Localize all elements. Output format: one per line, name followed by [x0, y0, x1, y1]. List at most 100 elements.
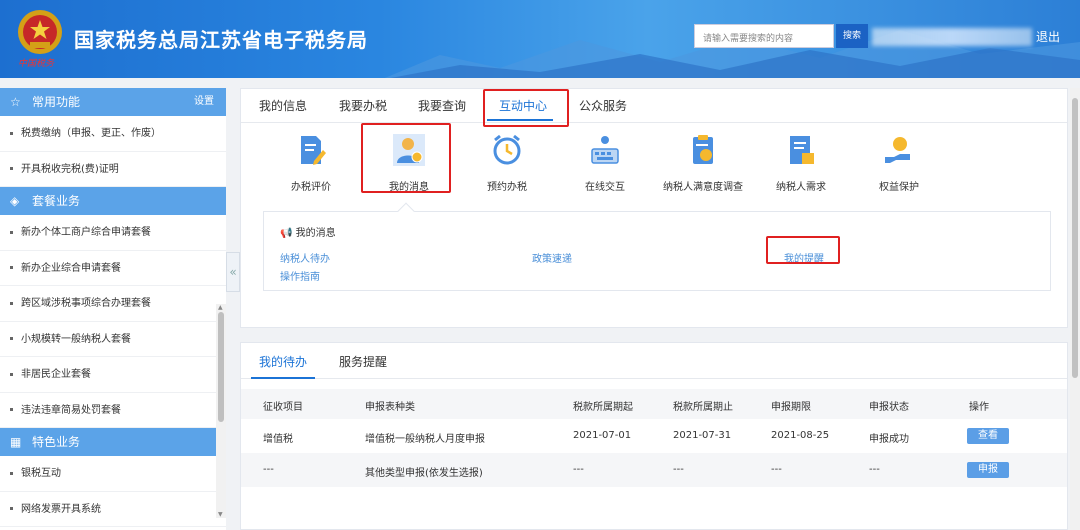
alarm-clock-icon	[493, 134, 521, 165]
satisfaction-survey-entry[interactable]: 纳税人满意度调查	[653, 133, 753, 193]
sidebar-scrollbar[interactable]: ▲ ▼	[216, 304, 226, 518]
tax-emblem-icon	[18, 10, 62, 54]
icon-label: 权益保护	[879, 182, 919, 193]
bullet-icon	[10, 266, 13, 269]
bullet-icon	[10, 372, 13, 376]
link-policy-express[interactable]: 政策速递	[532, 250, 572, 265]
settings-link[interactable]: 设置	[194, 88, 214, 116]
scroll-up-icon[interactable]: ▲	[218, 304, 223, 311]
evaluation-doc-icon	[301, 136, 326, 165]
todo-panel: 我的待办 服务提醒 征收项目 申报表种类 税款所属期起 税款所属期止 申报期限 …	[240, 342, 1068, 530]
link-operation-guide[interactable]: 操作指南	[280, 268, 320, 283]
table-cell: 增值税一般纳税人月度申报	[365, 434, 485, 445]
declare-button[interactable]: 申报	[967, 462, 1009, 478]
scroll-down-icon[interactable]: ▼	[218, 511, 223, 518]
dropdown-pointer	[397, 202, 415, 220]
col-header: 征收项目	[263, 402, 303, 413]
grid-icon: ▦	[10, 435, 22, 449]
online-interaction-entry[interactable]: 在线交互	[555, 133, 655, 193]
col-header: 税款所属期起	[573, 402, 633, 413]
sidebar-item[interactable]: 税费缴纳（申报、更正、作废）	[0, 116, 226, 152]
table-cell: 申报成功	[869, 434, 909, 445]
rights-protection-entry[interactable]: 权益保护	[849, 133, 949, 193]
sidebar-section-package[interactable]: ◈ 套餐业务	[0, 187, 226, 215]
col-header: 申报表种类	[365, 402, 415, 413]
tab-query[interactable]: 我要查询	[418, 97, 466, 114]
sidebar-item-label: 银税互动	[21, 468, 61, 479]
sidebar: ☆ 常用功能 设置 税费缴纳（申报、更正、作废） 开具税收完税(费)证明 ◈ 套餐业…	[0, 88, 226, 530]
sidebar-item-label: 开具税收完税(费)证明	[21, 163, 119, 175]
sidebar-item-label: 税费缴纳（申报、更正、作废）	[21, 128, 161, 139]
section-title: 常用功能	[32, 95, 81, 109]
bottom-tab-bar: 我的待办 服务提醒	[241, 343, 1067, 379]
star-icon: ☆	[10, 95, 21, 109]
sidebar-section-common[interactable]: ☆ 常用功能 设置	[0, 88, 226, 116]
sidebar-item-label: 违法违章简易处罚套餐	[21, 404, 121, 416]
sidebar-item[interactable]: 跨区域涉税事项综合办理套餐	[0, 286, 226, 322]
highlight-box-tab	[483, 89, 569, 127]
sidebar-item[interactable]: 开具税收完税(费)证明	[0, 152, 226, 187]
collapse-sidebar-icon[interactable]: «	[226, 252, 240, 292]
appointment-entry[interactable]: 预约办税	[457, 133, 557, 193]
search-input[interactable]: 请输入需要搜索的内容	[694, 24, 834, 48]
user-info-blurred	[872, 28, 1032, 46]
highlight-box-messages	[361, 123, 451, 193]
top-tab-bar: 我的信息 我要办税 我要查询 互动中心 公众服务	[241, 89, 1067, 123]
bullet-icon	[10, 301, 13, 305]
sidebar-item-label: 新办企业综合申请套餐	[21, 262, 121, 274]
bullet-icon	[10, 131, 13, 135]
logout-link[interactable]: 退出	[1036, 28, 1060, 45]
tab-my-todo[interactable]: 我的待办	[259, 353, 307, 370]
evaluation-entry[interactable]: 办税评价	[261, 133, 361, 193]
table-cell: 其他类型申报(依发生选报)	[365, 468, 483, 479]
page-scrollbar[interactable]	[1070, 88, 1080, 530]
table-row: --- 其他类型申报(依发生选报) --- --- --- --- 申报	[241, 453, 1067, 487]
table-cell: ---	[573, 464, 584, 475]
link-taxpayer-todo[interactable]: 纳税人待办	[280, 250, 330, 265]
icon-label: 纳税人需求	[776, 182, 826, 193]
scrollbar-thumb[interactable]	[218, 312, 224, 422]
request-doc-icon	[790, 136, 814, 164]
highlight-box-reminders	[766, 236, 840, 264]
icon-label: 纳税人满意度调查	[663, 182, 743, 193]
table-row: 增值税 增值税一般纳税人月度申报 2021-07-01 2021-07-31 2…	[241, 419, 1067, 453]
sidebar-item[interactable]: 网络发票开具系统	[0, 492, 226, 527]
table-cell: ---	[869, 464, 880, 475]
icon-label: 预约办税	[487, 182, 527, 193]
sidebar-item[interactable]: 新办个体工商户综合申请套餐	[0, 215, 226, 251]
table-cell: 2021-07-01	[573, 430, 632, 441]
active-tab-underline	[251, 377, 315, 379]
table-cell: 2021-08-25	[771, 430, 830, 441]
sidebar-section-special[interactable]: ▦ 特色业务	[0, 428, 226, 456]
sidebar-item[interactable]: 小规模转一般纳税人套餐	[0, 322, 226, 357]
sidebar-item[interactable]: 违法违章简易处罚套餐	[0, 393, 226, 428]
page-scrollbar-thumb[interactable]	[1072, 98, 1078, 378]
interactive-center-panel: 我的信息 我要办税 我要查询 互动中心 公众服务 办税评价 我的消息 预约办税 …	[240, 88, 1068, 328]
view-button[interactable]: 查看	[967, 428, 1009, 444]
layers-icon: ◈	[10, 194, 20, 208]
col-header: 税款所属期止	[673, 402, 733, 413]
table-cell: ---	[771, 464, 782, 475]
sidebar-item-label: 新办个体工商户综合申请套餐	[21, 227, 151, 238]
sidebar-item-label: 小规模转一般纳税人套餐	[21, 333, 131, 345]
search-button[interactable]: 搜索	[836, 24, 868, 48]
online-keyboard-icon	[591, 136, 619, 164]
sidebar-item[interactable]: 新办企业综合申请套餐	[0, 251, 226, 286]
tab-service-reminder[interactable]: 服务提醒	[339, 353, 387, 370]
table-cell: 增值税	[263, 434, 293, 445]
survey-clipboard-icon	[693, 135, 713, 164]
hand-protect-icon	[885, 137, 910, 163]
sidebar-item[interactable]: 非居民企业套餐	[0, 357, 226, 393]
bullet-icon	[10, 337, 13, 340]
tab-handle-tax[interactable]: 我要办税	[339, 97, 387, 114]
tab-my-info[interactable]: 我的信息	[259, 97, 307, 114]
col-header: 申报状态	[869, 402, 909, 413]
logo-caption: 中国税务	[18, 59, 55, 69]
col-header: 申报期限	[771, 402, 811, 413]
icon-label: 办税评价	[291, 182, 331, 193]
tab-public-service[interactable]: 公众服务	[579, 97, 627, 114]
sidebar-item[interactable]: 银税互动	[0, 456, 226, 492]
megaphone-icon: 📢	[280, 228, 293, 239]
site-title: 国家税务总局江苏省电子税务局	[74, 28, 368, 52]
taxpayer-needs-entry[interactable]: 纳税人需求	[751, 133, 851, 193]
